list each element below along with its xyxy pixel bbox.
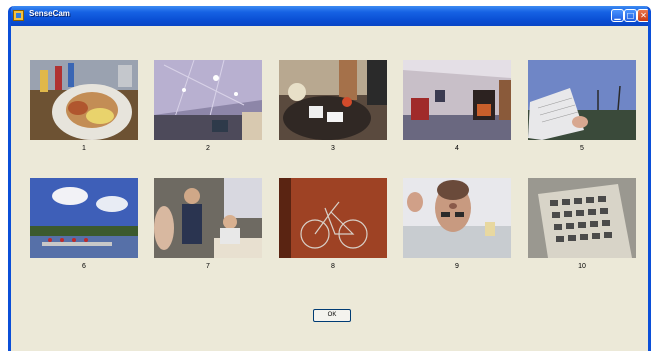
image-label-6: 6 xyxy=(82,263,86,270)
image-tile-7[interactable]: 7 xyxy=(154,178,262,270)
sensecam-window: SenseCam ▁ □ ✕ 1 2 3 4 5 6 7 8 9 10 OK xyxy=(8,6,651,351)
image-tile-2[interactable]: 2 xyxy=(154,60,262,152)
thumbnail-rowing[interactable] xyxy=(30,178,138,258)
thumbnail-meal[interactable] xyxy=(30,60,138,140)
thumbnail-newspaper[interactable] xyxy=(528,178,636,258)
thumbnail-living-room[interactable] xyxy=(403,60,511,140)
image-label-8: 8 xyxy=(331,263,335,270)
image-tile-8[interactable]: 8 xyxy=(279,178,387,270)
thumbnail-kitchen[interactable] xyxy=(154,178,262,258)
thumbnail-face[interactable] xyxy=(403,178,511,258)
image-label-4: 4 xyxy=(455,145,459,152)
image-tile-1[interactable]: 1 xyxy=(30,60,138,152)
app-icon xyxy=(13,10,24,21)
thumbnail-bicycle[interactable] xyxy=(279,178,387,258)
image-label-2: 2 xyxy=(206,145,210,152)
image-tile-9[interactable]: 9 xyxy=(403,178,511,270)
image-label-7: 7 xyxy=(206,263,210,270)
title-bar[interactable]: SenseCam ▁ □ ✕ xyxy=(11,6,648,26)
image-tile-4[interactable]: 4 xyxy=(403,60,511,152)
thumbnail-reading-outdoors[interactable] xyxy=(528,60,636,140)
thumbnail-table[interactable] xyxy=(279,60,387,140)
image-tile-10[interactable]: 10 xyxy=(528,178,636,270)
image-tile-3[interactable]: 3 xyxy=(279,60,387,152)
image-label-5: 5 xyxy=(580,145,584,152)
minimize-icon[interactable]: ▁ xyxy=(611,9,624,22)
image-tile-5[interactable]: 5 xyxy=(528,60,636,152)
image-label-3: 3 xyxy=(331,145,335,152)
maximize-icon[interactable]: □ xyxy=(624,9,637,22)
close-icon[interactable]: ✕ xyxy=(637,9,648,22)
image-tile-6[interactable]: 6 xyxy=(30,178,138,270)
image-label-1: 1 xyxy=(82,145,86,152)
ok-button[interactable]: OK xyxy=(313,309,351,322)
image-label-9: 9 xyxy=(455,263,459,270)
window-title: SenseCam xyxy=(29,9,70,18)
image-label-10: 10 xyxy=(578,263,586,270)
thumbnail-ceiling[interactable] xyxy=(154,60,262,140)
